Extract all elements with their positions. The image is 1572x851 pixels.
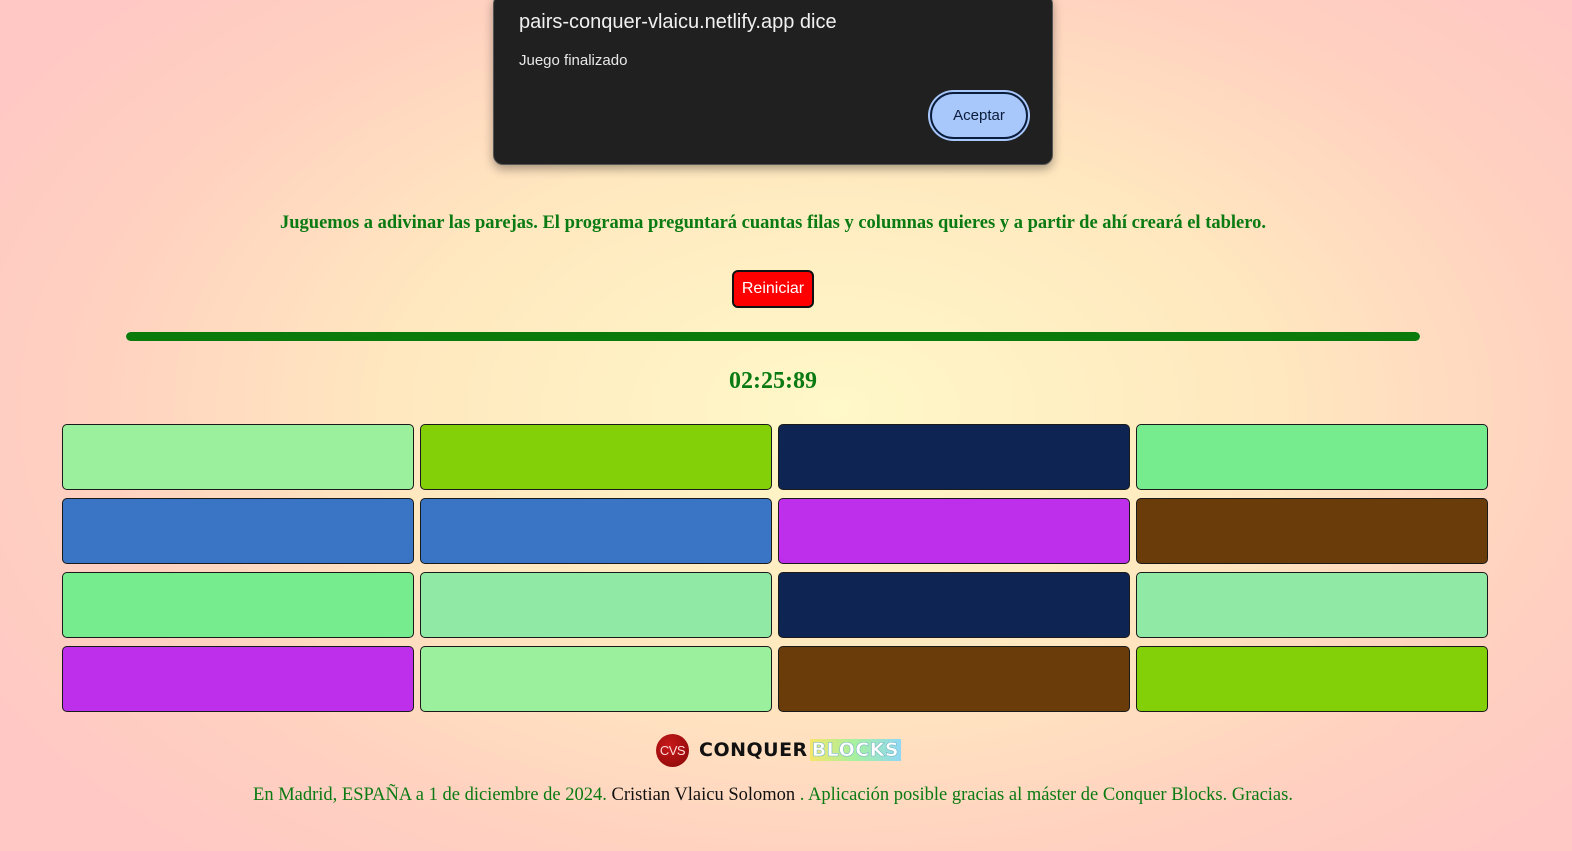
dialog-message: Juego finalizado xyxy=(519,52,628,69)
card-14[interactable] xyxy=(420,646,772,712)
game-board xyxy=(62,424,1488,712)
card-15[interactable] xyxy=(778,646,1130,712)
progress-fill xyxy=(126,332,1420,341)
footer-author: Cristian Vlaicu Solomon xyxy=(611,785,796,805)
conquer-blocks-logo-conquer: CONQUER xyxy=(699,739,808,761)
card-6[interactable] xyxy=(420,498,772,564)
dialog-origin: pairs-conquer-vlaicu.netlify.app dice xyxy=(519,11,837,33)
card-7[interactable] xyxy=(778,498,1130,564)
cvs-logo: CVS xyxy=(656,733,689,767)
card-16[interactable] xyxy=(1136,646,1488,712)
progress-bar xyxy=(126,332,1420,341)
card-10[interactable] xyxy=(420,572,772,638)
card-8[interactable] xyxy=(1136,498,1488,564)
card-13[interactable] xyxy=(62,646,414,712)
card-1[interactable] xyxy=(62,424,414,490)
card-11[interactable] xyxy=(778,572,1130,638)
card-3[interactable] xyxy=(778,424,1130,490)
dialog-accept-button[interactable]: Aceptar xyxy=(930,92,1028,139)
footer-logos: CVS CONQUER BLOCKS xyxy=(656,733,902,767)
restart-button[interactable]: Reiniciar xyxy=(732,270,814,308)
footer-text: En Madrid, ESPAÑA a 1 de diciembre de 20… xyxy=(0,785,1546,806)
card-9[interactable] xyxy=(62,572,414,638)
card-2[interactable] xyxy=(420,424,772,490)
timer: 02:25:89 xyxy=(729,368,817,394)
footer-location-date: En Madrid, ESPAÑA a 1 de diciembre de 20… xyxy=(253,785,612,805)
card-5[interactable] xyxy=(62,498,414,564)
conquer-blocks-logo-blocks: BLOCKS xyxy=(809,739,902,761)
card-4[interactable] xyxy=(1136,424,1488,490)
footer-thanks: . Aplicación posible gracias al máster d… xyxy=(795,785,1293,805)
intro-text: Juguemos a adivinar las parejas. El prog… xyxy=(280,213,1266,233)
conquer-blocks-logo: CONQUER BLOCKS xyxy=(699,739,902,761)
alert-dialog: pairs-conquer-vlaicu.netlify.app dice Ju… xyxy=(493,0,1053,165)
card-12[interactable] xyxy=(1136,572,1488,638)
